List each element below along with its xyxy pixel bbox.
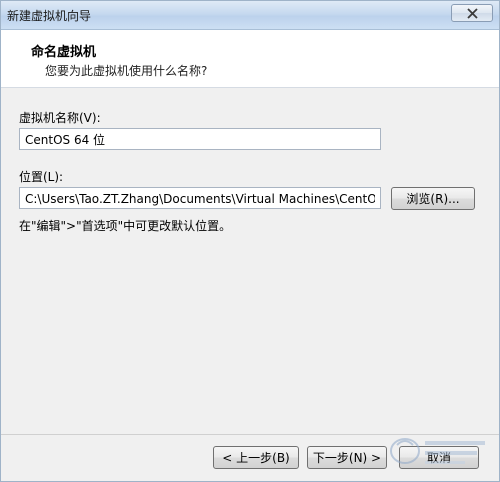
page-subtitle: 您要为此虚拟机使用什么名称?: [45, 64, 208, 78]
close-icon: [467, 8, 478, 19]
window-title: 新建虚拟机向导: [7, 9, 92, 23]
wizard-window: 新建虚拟机向导 命名虚拟机 您要为此虚拟机使用什么名称? 虚拟机名称(V): 位…: [0, 0, 500, 482]
title-bar[interactable]: 新建虚拟机向导: [1, 1, 499, 30]
wizard-header: 命名虚拟机 您要为此虚拟机使用什么名称?: [1, 30, 499, 88]
location-hint: 在"编辑">"首选项"中可更改默认位置。: [19, 219, 232, 233]
location-input[interactable]: [19, 187, 381, 209]
vm-name-label: 虚拟机名称(V):: [19, 111, 101, 125]
cancel-button[interactable]: 取消: [399, 446, 479, 469]
footer-divider: [1, 434, 499, 435]
close-button[interactable]: [451, 4, 493, 22]
page-title: 命名虚拟机: [31, 45, 97, 60]
browse-button[interactable]: 浏览(R)...: [391, 187, 475, 210]
location-label: 位置(L):: [19, 170, 64, 184]
next-button[interactable]: 下一步(N) >: [307, 446, 387, 469]
back-button[interactable]: < 上一步(B): [213, 446, 299, 469]
vm-name-input[interactable]: [19, 128, 381, 150]
